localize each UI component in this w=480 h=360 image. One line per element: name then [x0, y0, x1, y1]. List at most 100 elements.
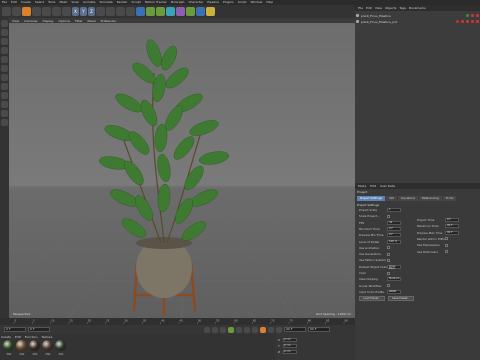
array-icon[interactable] — [166, 7, 175, 16]
material-tag-icon[interactable] — [471, 20, 474, 23]
material-menu-create[interactable]: Create — [1, 335, 11, 339]
edges-mode-icon[interactable] — [1, 65, 8, 72]
object-menu-edit[interactable]: Edit — [366, 6, 372, 10]
coordinate-field[interactable]: 0 cm — [283, 350, 297, 354]
material-swatch[interactable] — [55, 340, 66, 351]
go-to-end-icon[interactable] — [252, 326, 258, 333]
coordinate-system-icon[interactable] — [96, 7, 105, 16]
tab-dynamics[interactable]: Dynamics — [398, 195, 419, 201]
texture-mode-icon[interactable] — [1, 38, 8, 45]
tab-project-settings[interactable]: Project Settings — [357, 195, 385, 201]
material-tag-icon[interactable] — [471, 14, 474, 17]
object-menu-tags[interactable]: Tags — [399, 6, 406, 10]
attribute-checkbox[interactable] — [387, 252, 390, 256]
preview-end-field[interactable]: 90 F — [308, 327, 330, 332]
tab-to-do[interactable]: To Do — [442, 195, 457, 201]
material-menu-texture[interactable]: Texture — [42, 335, 53, 339]
material-swatch[interactable] — [16, 340, 27, 351]
attribute-checkbox[interactable] — [387, 284, 390, 288]
viewport-menu-view[interactable]: View — [12, 19, 19, 23]
next-key-icon[interactable] — [244, 326, 250, 333]
object-menu-view[interactable]: View — [375, 6, 382, 10]
cube-icon[interactable] — [136, 7, 145, 16]
material-tag-icon[interactable] — [466, 14, 469, 17]
go-to-start-icon[interactable] — [204, 326, 210, 333]
rotate-icon[interactable] — [52, 7, 61, 16]
scale-icon[interactable] — [42, 7, 51, 16]
object-menu-objects[interactable]: Objects — [385, 6, 396, 10]
attribute-menu-edit[interactable]: Edit — [370, 184, 376, 188]
attribute-value-field[interactable]: 100 % — [387, 239, 401, 244]
render-settings-icon[interactable] — [126, 7, 135, 16]
material-swatch[interactable] — [42, 340, 53, 351]
viewport-menu-filter[interactable]: Filter — [75, 19, 82, 23]
enable-axis-icon[interactable] — [1, 83, 8, 90]
camera-icon[interactable] — [196, 7, 205, 16]
previous-frame-icon[interactable] — [220, 326, 226, 333]
object-name[interactable]: plant_Ficus_Elastica — [361, 14, 391, 18]
attribute-value-field[interactable]: 90 F — [445, 224, 459, 229]
attribute-checkbox[interactable] — [387, 258, 390, 262]
attribute-checkbox[interactable] — [387, 271, 390, 275]
floor-icon[interactable] — [186, 7, 195, 16]
viewport-menu-prorender[interactable]: ProRender — [101, 19, 116, 23]
coordinate-field[interactable]: 0 cm — [283, 338, 297, 342]
light-icon[interactable] — [206, 7, 215, 16]
attribute-checkbox[interactable] — [387, 246, 390, 250]
material-swatch[interactable] — [3, 340, 14, 351]
material-swatch[interactable] — [29, 340, 40, 351]
current-frame-field[interactable]: 0 F — [28, 327, 50, 332]
x-axis-icon[interactable]: X — [72, 7, 79, 16]
model-mode-icon[interactable] — [1, 29, 8, 36]
object-menu-file[interactable]: File — [358, 6, 363, 10]
locked-workplane-icon[interactable] — [1, 119, 8, 126]
points-mode-icon[interactable] — [1, 56, 8, 63]
previous-key-icon[interactable] — [212, 326, 218, 333]
recent-tools-icon[interactable] — [62, 7, 71, 16]
viewport-menu-options[interactable]: Options — [59, 19, 71, 23]
save-preset-button[interactable]: Save Preset... — [388, 296, 414, 301]
attribute-value-field[interactable]: 90 F — [445, 230, 459, 235]
material-tag-icon[interactable] — [476, 20, 479, 23]
play-icon[interactable] — [228, 326, 234, 333]
object-menu-bookmarks[interactable]: Bookmarks — [409, 6, 426, 10]
viewport-menu-cameras[interactable]: Cameras — [24, 19, 37, 23]
material-menu-function[interactable]: Function — [25, 335, 38, 339]
start-frame-field[interactable]: 0 F — [4, 327, 26, 332]
pen-spline-icon[interactable] — [146, 7, 155, 16]
material-tag-icon[interactable] — [461, 20, 464, 23]
deformer-icon[interactable] — [176, 7, 185, 16]
viewport-menu-panel[interactable]: Panel — [88, 19, 96, 23]
axis-mode-icon[interactable] — [1, 47, 8, 54]
object-name[interactable]: plant_Ficus_Elastica_pot — [361, 20, 397, 24]
y-axis-icon[interactable]: Y — [80, 7, 87, 16]
z-axis-icon[interactable]: Z — [88, 7, 95, 16]
record-icon[interactable] — [260, 326, 266, 333]
end-frame-field[interactable]: 90 F — [284, 327, 306, 332]
attribute-value-field[interactable]: 1 — [387, 208, 401, 212]
render-picture-viewer-icon[interactable] — [116, 7, 125, 16]
attribute-value-field[interactable]: Gray-Blue — [387, 264, 401, 269]
material-tag-icon[interactable] — [476, 14, 479, 17]
live-selection-icon[interactable] — [22, 7, 31, 16]
attribute-checkbox[interactable] — [445, 250, 448, 253]
attribute-checkbox[interactable] — [387, 214, 390, 218]
viewport-menu-display[interactable]: Display — [42, 19, 53, 23]
material-menu-edit[interactable]: Edit — [15, 335, 21, 339]
render-view-icon[interactable] — [106, 7, 115, 16]
move-icon[interactable] — [32, 7, 41, 16]
undo-icon[interactable] — [2, 7, 11, 16]
coordinate-field[interactable]: 0 cm — [283, 344, 297, 348]
object-row[interactable]: plant_Ficus_Elastica — [356, 13, 479, 18]
plant-model[interactable] — [89, 33, 239, 318]
tab-referencing[interactable]: Referencing — [419, 195, 442, 201]
attribute-checkbox[interactable] — [445, 237, 448, 241]
tweak-icon[interactable] — [1, 92, 8, 99]
load-preset-button[interactable]: Load Preset... — [359, 296, 385, 301]
tab-info[interactable]: Info — [385, 195, 398, 201]
keyframe-selection-icon[interactable] — [276, 326, 282, 333]
attribute-menu-mode[interactable]: Mode — [358, 184, 366, 188]
attribute-value-field[interactable]: sRGB — [387, 289, 401, 294]
attribute-value-field[interactable]: 0 F — [387, 226, 401, 231]
material-tag-icon[interactable] — [466, 20, 469, 23]
